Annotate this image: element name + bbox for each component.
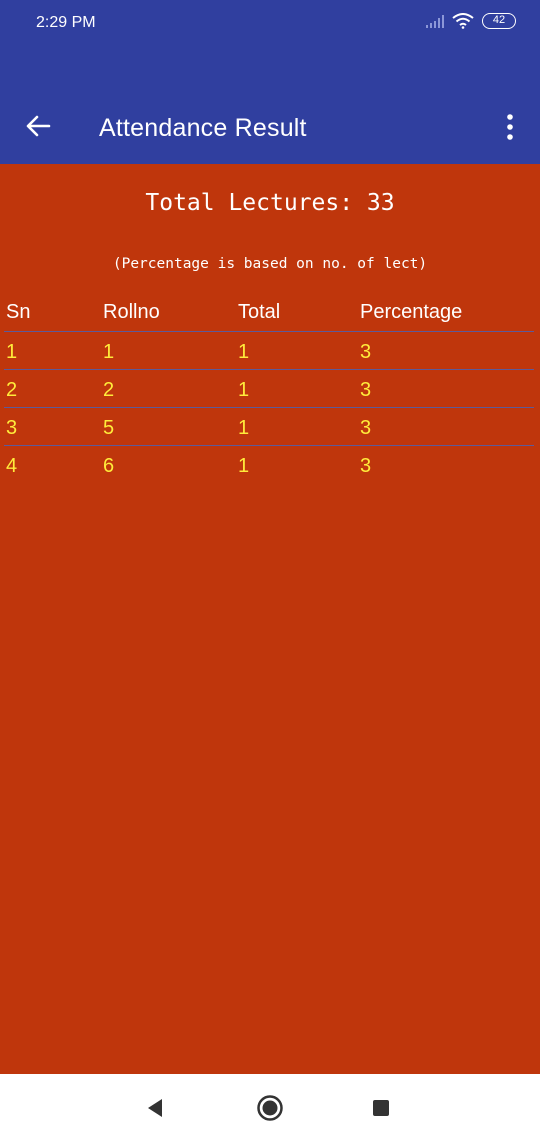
status-time: 2:29 PM (36, 14, 96, 31)
nav-home-icon[interactable] (256, 1094, 284, 1122)
cell-percentage: 3 (360, 417, 372, 439)
cell-rollno: 6 (103, 455, 115, 477)
table-row: 3 5 1 3 (0, 408, 540, 446)
cell-total: 1 (238, 341, 250, 363)
back-arrow-icon[interactable] (22, 110, 54, 142)
cell-rollno: 1 (103, 341, 115, 363)
more-vert-icon[interactable] (500, 112, 520, 142)
header-total: Total (238, 301, 281, 323)
cell-total: 1 (238, 417, 250, 439)
page-title: Attendance Result (99, 114, 307, 142)
total-lectures-label: Total Lectures: 33 (145, 190, 395, 216)
cell-sn: 4 (6, 455, 18, 477)
content-area: Total Lectures: 33 (Percentage is based … (0, 164, 540, 1074)
system-nav-bar (0, 1074, 540, 1140)
status-bar: 2:29 PM 42 (0, 0, 540, 48)
status-icons: 42 (426, 13, 516, 29)
cell-percentage: 3 (360, 379, 372, 401)
header-percentage: Percentage (360, 301, 463, 323)
cell-percentage: 3 (360, 455, 372, 477)
attendance-table: Sn Rollno Total Percentage 1 1 1 3 2 2 1… (0, 294, 540, 484)
table-row: 4 6 1 3 (0, 446, 540, 484)
cell-sn: 3 (6, 417, 18, 439)
header-sn: Sn (6, 301, 31, 323)
cell-percentage: 3 (360, 341, 372, 363)
cell-total: 1 (238, 455, 250, 477)
cell-sn: 2 (6, 379, 18, 401)
nav-recents-icon[interactable] (373, 1100, 389, 1116)
cell-rollno: 5 (103, 417, 115, 439)
percentage-note: (Percentage is based on no. of lect) (112, 256, 428, 272)
table-header-row: Sn Rollno Total Percentage (0, 294, 540, 332)
signal-icon (426, 14, 444, 28)
nav-back-icon[interactable] (146, 1098, 164, 1118)
cell-rollno: 2 (103, 379, 115, 401)
table-row: 2 2 1 3 (0, 370, 540, 408)
app-bar: Attendance Result (0, 48, 540, 164)
wifi-icon (452, 13, 474, 29)
table-row: 1 1 1 3 (0, 332, 540, 370)
cell-sn: 1 (6, 341, 18, 363)
cell-total: 1 (238, 379, 250, 401)
header-rollno: Rollno (103, 301, 160, 323)
battery-icon: 42 (482, 13, 516, 29)
